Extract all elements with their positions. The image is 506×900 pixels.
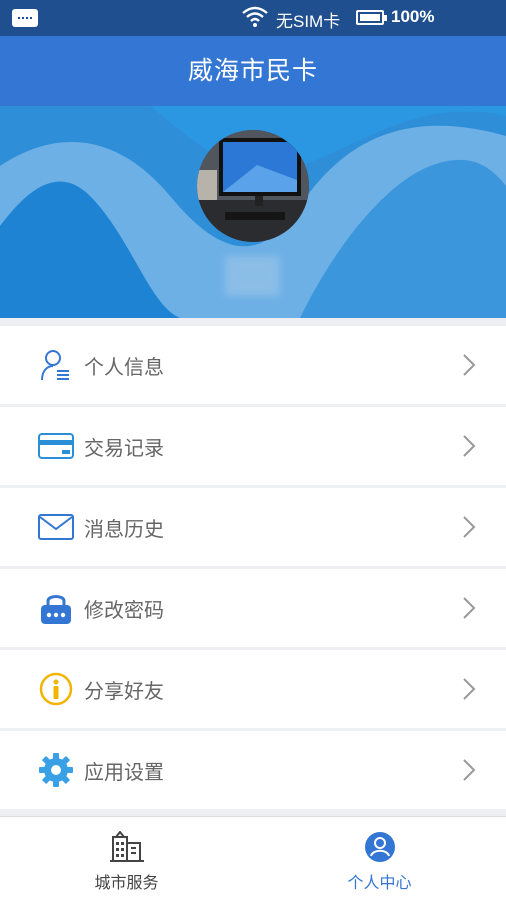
message-notification-icon [12,9,38,27]
avatar[interactable] [197,130,309,242]
tab-label: 个人中心 [347,873,412,892]
menu-item-change-password[interactable]: 修改密码 [0,569,506,647]
menu-item-personal-info[interactable]: 个人信息 [0,326,506,404]
menu-item-label: 消息历史 [84,517,164,541]
envelope-icon [38,509,74,545]
battery-percent: 100% [391,7,435,26]
chevron-right-icon [463,678,476,700]
title-bar: 威海市民卡 [0,36,506,106]
menu-item-message-history[interactable]: 消息历史 [0,488,506,566]
menu-item-label: 修改密码 [84,598,164,622]
chevron-right-icon [463,435,476,457]
battery-icon [356,10,387,25]
menu-item-label: 个人信息 [84,355,164,379]
card-icon [38,428,74,464]
lock-icon [38,590,74,626]
username-blurred [225,256,280,296]
profile-banner [0,106,506,318]
page-title: 威海市民卡 [187,56,318,85]
user-info-icon [38,347,74,383]
city-buildings-icon [109,831,144,862]
bottom-tab-bar: 城市服务 个人中心 [0,816,506,900]
tab-personal-center[interactable]: 个人中心 [253,817,506,900]
menu-item-label: 交易记录 [84,436,164,460]
status-bar: 无SIM卡 100% [0,0,506,36]
menu-item-app-settings[interactable]: 应用设置 [0,731,506,809]
menu-item-label: 应用设置 [84,760,164,784]
info-icon [38,671,74,707]
chevron-right-icon [463,597,476,619]
gear-icon [38,752,74,788]
wifi-icon [242,6,268,27]
menu-item-label: 分享好友 [84,679,164,703]
tab-label: 城市服务 [94,873,159,892]
chevron-right-icon [463,516,476,538]
menu-item-transactions[interactable]: 交易记录 [0,407,506,485]
person-circle-icon [364,832,395,862]
menu-item-share-friends[interactable]: 分享好友 [0,650,506,728]
settings-menu: 个人信息 交易记录 消息历史 修改密码 分享好友 应用设置 [0,326,506,812]
chevron-right-icon [463,354,476,376]
chevron-right-icon [463,759,476,781]
avatar-photo-image [197,130,309,242]
sim-status: 无SIM卡 [276,12,341,31]
tab-city-services[interactable]: 城市服务 [0,817,253,900]
